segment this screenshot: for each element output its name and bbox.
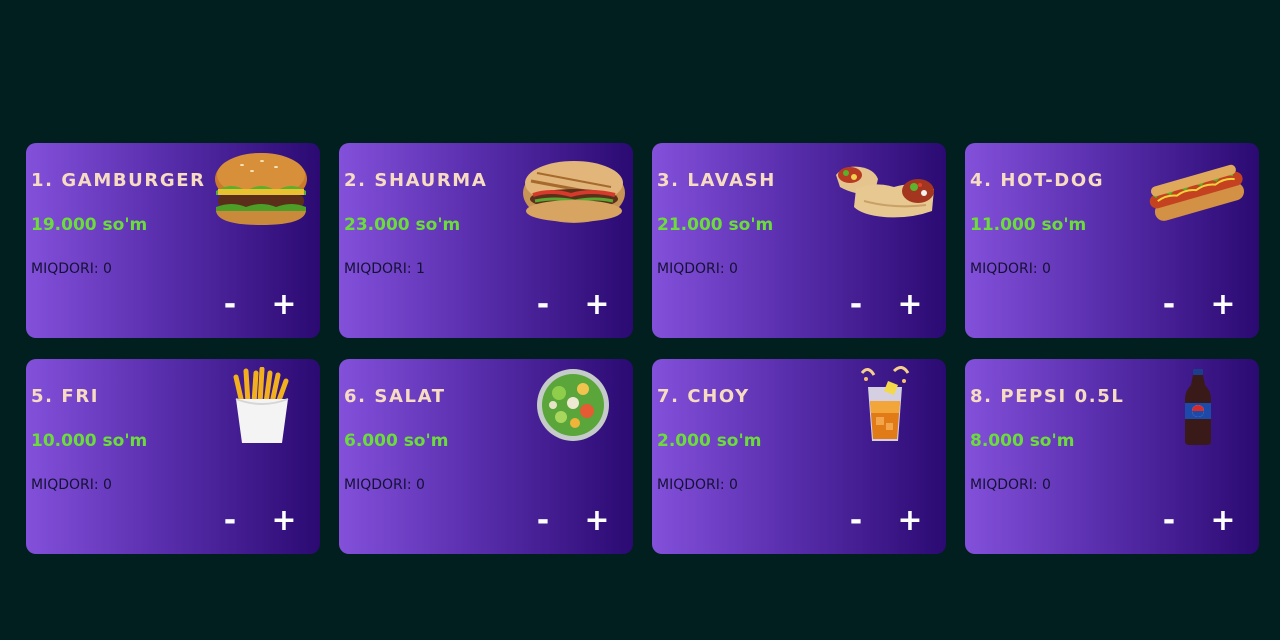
decrease-quantity-button[interactable]: -: [1154, 503, 1184, 539]
pepsi-bottle-icon: [1181, 369, 1215, 445]
product-quantity: MIQDORI: 0: [970, 261, 1051, 277]
product-title: 4. HOT-DOG: [970, 170, 1105, 191]
product-title: 1. GAMBURGER: [31, 170, 206, 191]
increase-quantity-button[interactable]: +: [582, 503, 612, 539]
product-quantity: MIQDORI: 0: [31, 477, 112, 493]
increase-quantity-button[interactable]: +: [269, 287, 299, 323]
decrease-quantity-button[interactable]: -: [528, 503, 558, 539]
decrease-quantity-button[interactable]: -: [841, 287, 871, 323]
product-price: 21.000 so'm: [657, 215, 774, 235]
product-price: 23.000 so'm: [344, 215, 461, 235]
product-price: 2.000 so'm: [657, 431, 762, 451]
product-card-shaurma: 2. SHAURMA 23.000 so'm MIQDORI: 1 - +: [339, 143, 633, 338]
product-title: 8. PEPSI 0.5L: [970, 386, 1125, 407]
tea-icon: [854, 365, 916, 445]
product-price: 11.000 so'm: [970, 215, 1087, 235]
decrease-quantity-button[interactable]: -: [1154, 287, 1184, 323]
product-quantity: MIQDORI: 0: [657, 477, 738, 493]
product-title: 6. SALAT: [344, 386, 446, 407]
increase-quantity-button[interactable]: +: [895, 287, 925, 323]
product-title: 2. SHAURMA: [344, 170, 488, 191]
product-quantity: MIQDORI: 0: [970, 477, 1051, 493]
shaurma-icon: [521, 153, 627, 227]
product-quantity: MIQDORI: 0: [657, 261, 738, 277]
product-quantity: MIQDORI: 0: [344, 477, 425, 493]
fries-icon: [230, 367, 294, 445]
hotdog-icon: [1147, 163, 1247, 223]
product-price: 8.000 so'm: [970, 431, 1075, 451]
decrease-quantity-button[interactable]: -: [215, 287, 245, 323]
product-card-salat: 6. SALAT 6.000 so'm MIQDORI: 0 - +: [339, 359, 633, 554]
increase-quantity-button[interactable]: +: [1208, 287, 1238, 323]
increase-quantity-button[interactable]: +: [582, 287, 612, 323]
product-card-lavash: 3. LAVASH 21.000 so'm MIQDORI: 0 - +: [652, 143, 946, 338]
decrease-quantity-button[interactable]: -: [841, 503, 871, 539]
increase-quantity-button[interactable]: +: [1208, 503, 1238, 539]
lavash-icon: [834, 161, 940, 221]
product-card-hotdog: 4. HOT-DOG 11.000 so'm MIQDORI: 0 - +: [965, 143, 1259, 338]
product-title: 5. FRI: [31, 386, 100, 407]
increase-quantity-button[interactable]: +: [895, 503, 925, 539]
product-price: 10.000 so'm: [31, 431, 148, 451]
increase-quantity-button[interactable]: +: [269, 503, 299, 539]
salad-icon: [535, 367, 611, 443]
product-price: 19.000 so'm: [31, 215, 148, 235]
product-title: 3. LAVASH: [657, 170, 776, 191]
product-card-gamburger: 1. GAMBURGER 19.000 so'm MIQDORI: 0 - +: [26, 143, 320, 338]
product-quantity: MIQDORI: 1: [344, 261, 425, 277]
product-price: 6.000 so'm: [344, 431, 449, 451]
product-quantity: MIQDORI: 0: [31, 261, 112, 277]
product-card-pepsi: 8. PEPSI 0.5L 8.000 so'm MIQDORI: 0 - +: [965, 359, 1259, 554]
product-card-fri: 5. FRI 10.000 so'm MIQDORI: 0 - +: [26, 359, 320, 554]
product-card-choy: 7. CHOY 2.000 so'm MIQDORI: 0 - +: [652, 359, 946, 554]
product-title: 7. CHOY: [657, 386, 750, 407]
decrease-quantity-button[interactable]: -: [215, 503, 245, 539]
burger-icon: [212, 151, 310, 229]
product-grid: 1. GAMBURGER 19.000 so'm MIQDORI: 0 - + …: [26, 143, 1259, 554]
decrease-quantity-button[interactable]: -: [528, 287, 558, 323]
